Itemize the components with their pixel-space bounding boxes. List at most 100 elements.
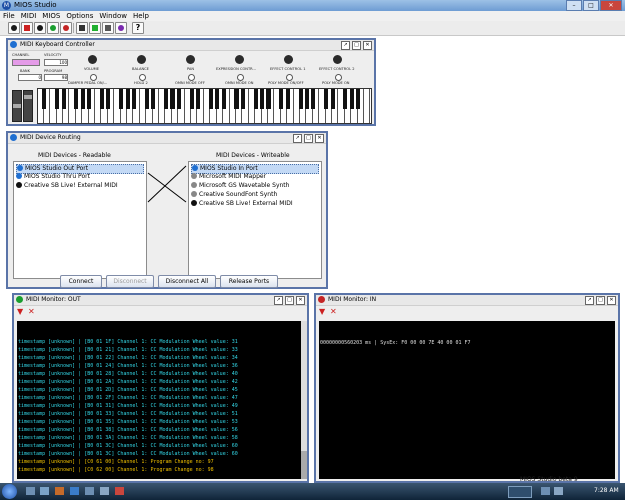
pan-knob[interactable] <box>186 55 195 64</box>
piano-black-key[interactable] <box>221 89 226 109</box>
piano-black-key[interactable] <box>55 89 60 109</box>
quick-launch-icon[interactable] <box>70 487 79 495</box>
modulation-wheel[interactable] <box>23 90 33 122</box>
piano-black-key[interactable] <box>324 89 329 109</box>
filter-icon[interactable]: ▼ <box>319 307 325 316</box>
menu-window[interactable]: Window <box>96 11 130 21</box>
resize-icon[interactable]: ↗ <box>293 134 302 143</box>
help-button[interactable]: ? <box>132 22 144 34</box>
restore-icon[interactable]: □ <box>285 296 294 305</box>
piano-black-key[interactable] <box>99 89 105 109</box>
piano-black-key[interactable] <box>74 89 79 109</box>
restore-icon[interactable]: □ <box>352 41 361 50</box>
clear-icon[interactable]: ✕ <box>330 307 337 316</box>
omni-mode-off-button[interactable] <box>188 74 195 81</box>
monitor-out-log[interactable]: timestamp [unknown] | [B0 01 1F] Channel… <box>17 321 301 479</box>
midi-devices-button[interactable] <box>8 22 20 34</box>
close-icon[interactable]: ✕ <box>607 296 616 305</box>
expression-knob[interactable] <box>235 55 244 64</box>
close-icon[interactable]: ✕ <box>296 296 305 305</box>
keyboard-button[interactable] <box>76 22 88 34</box>
close-icon[interactable]: ✕ <box>315 134 324 143</box>
piano-black-key[interactable] <box>240 89 245 109</box>
piano-black-key[interactable] <box>87 89 92 109</box>
resize-icon[interactable]: ↗ <box>341 41 350 50</box>
disconnect-button[interactable]: Disconnect <box>106 275 154 288</box>
close-icon[interactable]: ✕ <box>363 41 372 50</box>
midi-in-button[interactable] <box>60 22 72 34</box>
quick-launch-icon[interactable] <box>55 487 64 495</box>
poly-mode-on-off-button[interactable] <box>286 74 293 81</box>
piano-black-key[interactable] <box>304 89 309 109</box>
taskbar-app-button[interactable] <box>508 486 532 498</box>
piano-black-key[interactable] <box>266 89 271 109</box>
program-field[interactable]: 98 <box>44 74 68 81</box>
effect-control-2-knob[interactable] <box>333 55 342 64</box>
piano-black-key[interactable] <box>298 89 303 109</box>
omni-mode-on-button[interactable] <box>237 74 244 81</box>
device-list-item[interactable]: Microsoft GS Wavetable Synth <box>191 182 317 190</box>
release-ports-button[interactable]: Release Ports <box>220 275 278 288</box>
restore-icon[interactable]: □ <box>596 296 605 305</box>
piano-black-key[interactable] <box>330 89 335 109</box>
piano-black-key[interactable] <box>119 89 124 109</box>
piano-black-key[interactable] <box>132 89 137 109</box>
hold-2-button[interactable] <box>139 74 146 81</box>
menu-file[interactable]: File <box>0 11 18 21</box>
sysex-button[interactable] <box>89 22 101 34</box>
effect-control-1-knob[interactable] <box>284 55 293 64</box>
resize-icon[interactable]: ↗ <box>585 296 594 305</box>
piano-black-key[interactable] <box>253 89 258 109</box>
start-button[interactable] <box>2 484 17 499</box>
connect-button[interactable]: Connect <box>60 275 102 288</box>
balance-knob[interactable] <box>137 55 146 64</box>
piano-black-key[interactable] <box>279 89 284 109</box>
volume-knob[interactable] <box>88 55 97 64</box>
device-list-item[interactable]: Creative SB Live! External MIDI <box>191 200 317 208</box>
piano-black-key[interactable] <box>189 89 194 109</box>
piano-black-key[interactable] <box>343 89 348 109</box>
piano-white-key[interactable] <box>365 89 371 123</box>
monitor-in-log[interactable]: 00000000560203 ms | SysEx: F0 00 00 7E 4… <box>319 321 615 479</box>
piano-black-key[interactable] <box>176 89 181 109</box>
minimize-icon[interactable]: – <box>566 0 582 11</box>
piano-black-key[interactable] <box>356 89 361 109</box>
piano-black-key[interactable] <box>151 89 156 109</box>
menu-mios[interactable]: MIOS <box>39 11 63 21</box>
channel-selector[interactable] <box>12 59 40 66</box>
midi-filter-button[interactable] <box>21 22 33 34</box>
restore-icon[interactable]: □ <box>304 134 313 143</box>
piano-black-key[interactable] <box>61 89 66 109</box>
menu-help[interactable]: Help <box>130 11 152 21</box>
bank-field[interactable]: 0 <box>18 74 42 81</box>
piano-black-key[interactable] <box>125 89 130 109</box>
lcd-button[interactable] <box>102 22 114 34</box>
piano-black-key[interactable] <box>349 89 354 109</box>
pitch-wheel-handle[interactable] <box>13 104 21 108</box>
device-list-item[interactable]: MIOS Studio Thru Port <box>16 173 142 181</box>
menu-midi[interactable]: MIDI <box>18 11 40 21</box>
piano-black-key[interactable] <box>234 89 239 109</box>
poly-mode-on-button[interactable] <box>335 74 342 81</box>
damper-pedal-button[interactable] <box>90 74 97 81</box>
piano-black-key[interactable] <box>285 89 290 109</box>
piano-black-key[interactable] <box>106 89 111 109</box>
debug-button[interactable] <box>115 22 127 34</box>
device-list-item[interactable]: Creative SoundFont Synth <box>191 191 317 199</box>
piano-black-key[interactable] <box>311 89 316 109</box>
quick-launch-icon[interactable] <box>115 487 124 495</box>
modulation-wheel-handle[interactable] <box>24 95 32 99</box>
resize-icon[interactable]: ↗ <box>274 296 283 305</box>
piano-black-key[interactable] <box>260 89 265 109</box>
piano-black-key[interactable] <box>208 89 213 109</box>
piano-black-key[interactable] <box>42 89 47 109</box>
quick-launch-icon[interactable] <box>100 487 109 495</box>
scrollbar-thumb[interactable] <box>301 451 307 479</box>
velocity-field[interactable]: 100 <box>44 59 68 66</box>
tray-network-icon[interactable] <box>541 487 550 495</box>
pitch-wheel[interactable] <box>12 90 22 122</box>
piano-black-key[interactable] <box>80 89 85 109</box>
quick-launch-icon[interactable] <box>40 487 49 495</box>
piano-black-key[interactable] <box>215 89 220 109</box>
monitor-out-scrollbar[interactable] <box>301 321 307 479</box>
